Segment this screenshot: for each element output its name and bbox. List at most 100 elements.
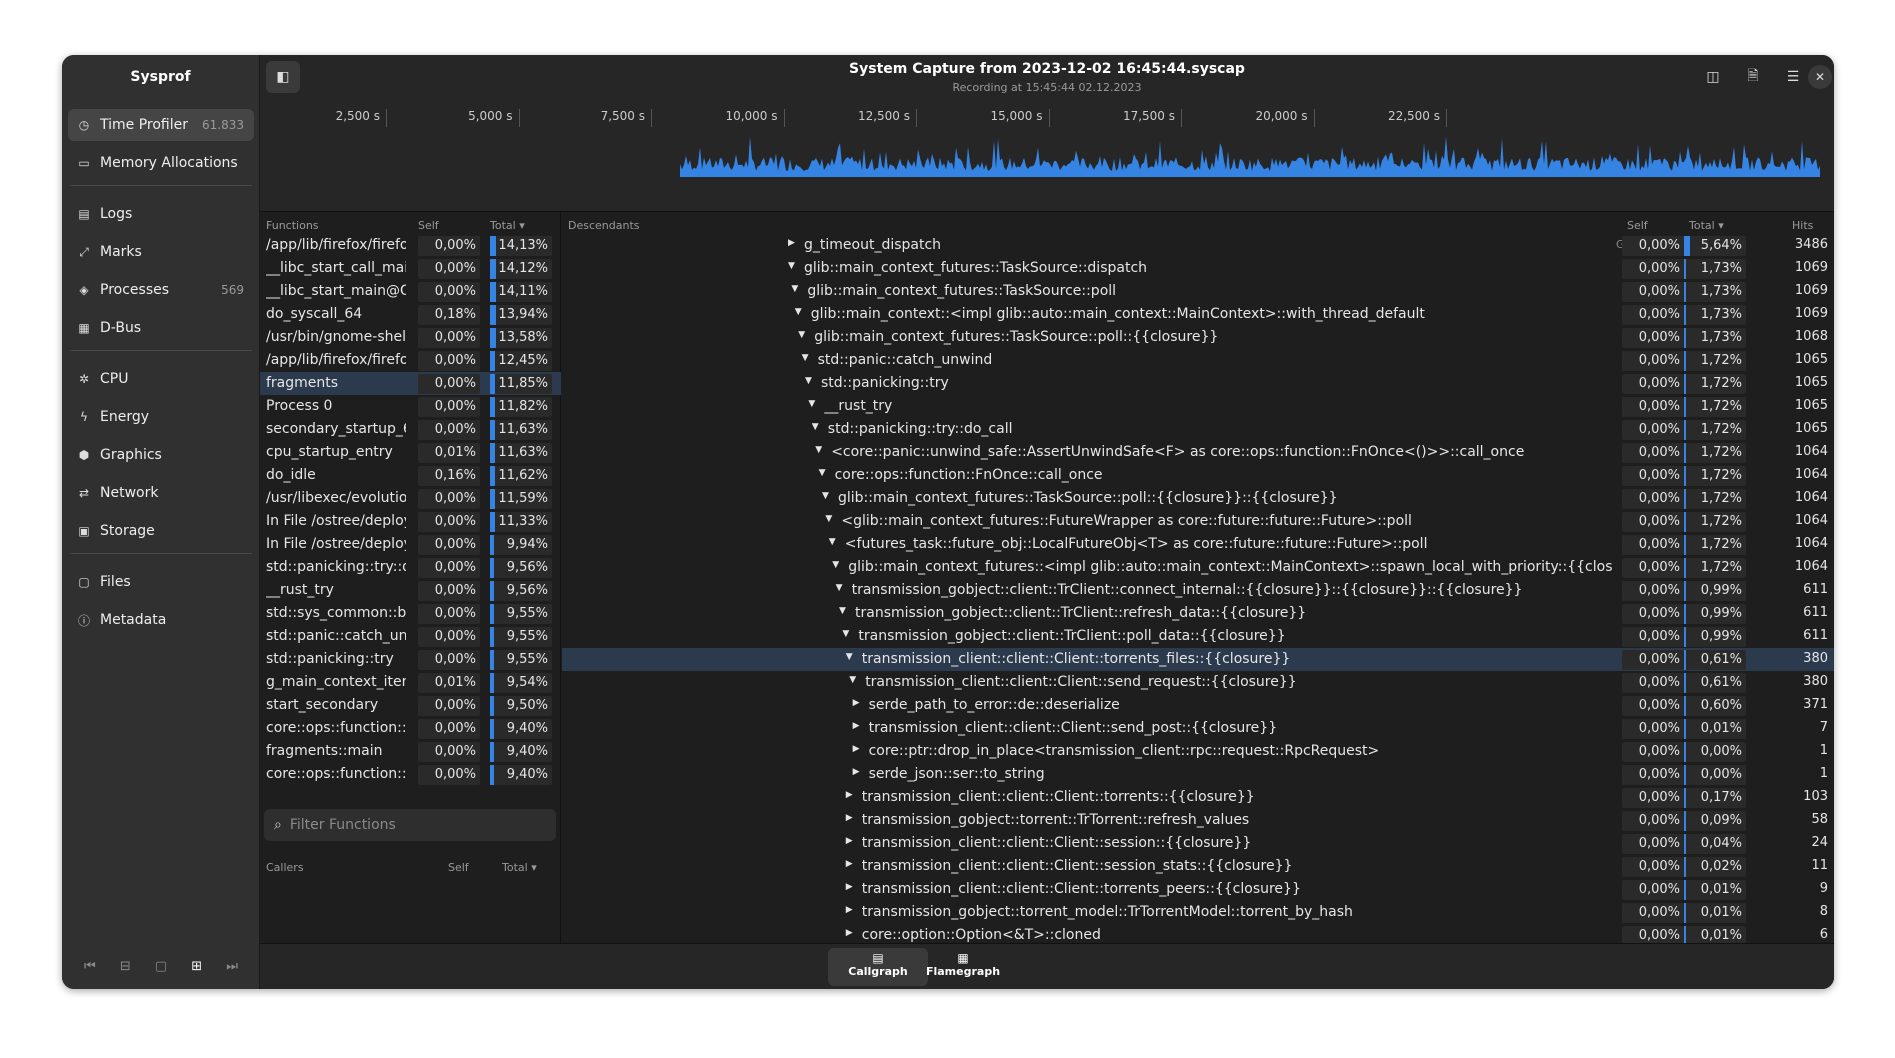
sidebar-item-processes[interactable]: ◈ Processes 569 — [68, 274, 254, 306]
expander-closed-icon[interactable]: ▶ — [846, 882, 853, 892]
descendant-row[interactable]: ▶ core::option::Option<&T>::cloned 0,00% 0,… — [562, 924, 1834, 943]
descendant-row[interactable]: ▶ transmission_client::client::Client::to… — [562, 786, 1834, 809]
functions-self-header[interactable]: Self — [418, 219, 439, 232]
expander-closed-icon[interactable]: ▶ — [846, 905, 853, 915]
descendant-row[interactable]: ▼ glib::main_context::<impl glib::auto::m… — [562, 303, 1834, 326]
sidebar-item-network[interactable]: ⇄ Network — [68, 477, 254, 509]
filter-functions-input[interactable]: ⌕ Filter Functions — [264, 809, 556, 841]
function-row[interactable]: std::panicking::try 0,00% 9,55% — [260, 648, 561, 671]
expander-open-icon[interactable]: ▼ — [819, 468, 826, 478]
function-row[interactable]: start_secondary 0,00% 9,50% — [260, 694, 561, 717]
function-row[interactable]: std::panicking::try::dc 0,00% 9,56% — [260, 556, 561, 579]
descendants-self-header[interactable]: Self — [1627, 219, 1648, 232]
expander-open-icon[interactable]: ▼ — [846, 652, 853, 662]
function-row[interactable]: /app/lib/firefox/firefo 0,00% 14,13% — [260, 234, 561, 257]
close-button[interactable]: ✕ — [1808, 65, 1832, 89]
function-row[interactable]: __libc_start_call_mai 0,00% 14,12% — [260, 257, 561, 280]
sidebar-item-energy[interactable]: ϟ Energy — [68, 401, 254, 433]
descendant-row[interactable]: ▶ core::ptr::drop_in_place<transmission_c… — [562, 740, 1834, 763]
function-row[interactable]: cpu_startup_entry 0,01% 11,63% — [260, 441, 561, 464]
functions-header[interactable]: Functions — [266, 219, 319, 232]
expander-open-icon[interactable]: ▼ — [825, 514, 832, 524]
descendant-row[interactable]: ▼ <futures_task::future_obj::LocalFutureO… — [562, 533, 1834, 556]
function-row[interactable]: do_idle 0,16% 11,62% — [260, 464, 561, 487]
function-row[interactable]: fragments::main 0,00% 9,40% — [260, 740, 561, 763]
descendant-row[interactable]: ▶ transmission_client::client::Client::se… — [562, 717, 1834, 740]
expander-open-icon[interactable]: ▼ — [815, 445, 822, 455]
expander-open-icon[interactable]: ▼ — [832, 560, 839, 570]
panel-toggle-button[interactable]: ◫ — [1696, 61, 1730, 93]
function-row[interactable]: do_syscall_64 0,18% 13,94% — [260, 303, 561, 326]
sidebar-item-graphics[interactable]: ⬢ Graphics — [68, 439, 254, 471]
descendant-row[interactable]: ▼ std::panicking::try::do_call 0,00% 1,72% 1… — [562, 418, 1834, 441]
descendant-row[interactable]: ▼ transmission_gobject::client::TrClient:… — [562, 625, 1834, 648]
expander-closed-icon[interactable]: ▶ — [853, 767, 860, 777]
descendant-row[interactable]: ▼ transmission_gobject::client::TrClient:… — [562, 602, 1834, 625]
expander-open-icon[interactable]: ▼ — [788, 261, 795, 271]
function-row[interactable]: __libc_start_main@G 0,00% 14,11% — [260, 280, 561, 303]
callers-total-header[interactable]: Total ▾ — [502, 861, 537, 874]
function-row[interactable]: /usr/libexec/evolutior 0,00% 11,59% — [260, 487, 561, 510]
sidebar-item-d-bus[interactable]: ▦ D-Bus — [68, 312, 254, 344]
descendant-row[interactable]: ▶ transmission_client::client::Client::se… — [562, 855, 1834, 878]
descendant-row[interactable]: ▶ serde_json::ser::to_string 0,00% 0,00% 1 — [562, 763, 1834, 786]
sidebar-item-cpu[interactable]: ✲ CPU — [68, 363, 254, 395]
function-row[interactable]: core::ops::function::F 0,00% 9,40% — [260, 717, 561, 740]
descendant-row[interactable]: ▼ glib::main_context_futures::<impl glib:… — [562, 556, 1834, 579]
expander-closed-icon[interactable]: ▶ — [853, 698, 860, 708]
descendant-row[interactable]: ▶ transmission_gobject::torrent_model::Tr… — [562, 901, 1834, 924]
sidebar-item-time-profiler[interactable]: ◷ Time Profiler 61.833 — [68, 109, 254, 141]
expander-open-icon[interactable]: ▼ — [839, 606, 846, 616]
expander-open-icon[interactable]: ▼ — [836, 583, 843, 593]
sidebar-item-storage[interactable]: ▣ Storage — [68, 515, 254, 547]
function-row[interactable]: secondary_startup_6 0,00% 11,63% — [260, 418, 561, 441]
sidebar-item-memory-allocations[interactable]: ▭ Memory Allocations — [68, 147, 254, 179]
expander-open-icon[interactable]: ▼ — [802, 353, 809, 363]
descendant-row[interactable]: ▼ glib::main_context_futures::TaskSource:… — [562, 326, 1834, 349]
function-row[interactable]: In File /ostree/deploy 0,00% 9,94% — [260, 533, 561, 556]
descendant-row[interactable]: ▼ <glib::main_context_futures::FutureWrap… — [562, 510, 1834, 533]
expander-open-icon[interactable]: ▼ — [842, 629, 849, 639]
expander-open-icon[interactable]: ▼ — [805, 376, 812, 386]
descendant-row[interactable]: ▼ glib::main_context_futures::TaskSource:… — [562, 280, 1834, 303]
descendant-row[interactable]: ▼ transmission_gobject::client::TrClient:… — [562, 579, 1834, 602]
expander-open-icon[interactable]: ▼ — [849, 675, 856, 685]
function-row[interactable]: /usr/bin/gnome-shell 0,00% 13,58% — [260, 326, 561, 349]
descendant-row[interactable]: ▼ glib::main_context_futures::TaskSource:… — [562, 487, 1834, 510]
sidebar-item-metadata[interactable]: ⓘ Metadata — [68, 604, 254, 636]
menu-button[interactable]: ☰ — [1776, 61, 1810, 93]
descendant-row[interactable]: ▼ core::ops::function::FnOnce::call_once 0… — [562, 464, 1834, 487]
expander-closed-icon[interactable]: ▶ — [846, 859, 853, 869]
expander-closed-icon[interactable]: ▶ — [788, 238, 795, 248]
expander-closed-icon[interactable]: ▶ — [846, 813, 853, 823]
function-row[interactable]: core::ops::function::ir 0,00% 9,40% — [260, 763, 561, 786]
descendant-row[interactable]: ▼ glib::main_context_futures::TaskSource:… — [562, 257, 1834, 280]
expander-closed-icon[interactable]: ▶ — [853, 721, 860, 731]
function-row[interactable]: std::sys_common::ba 0,00% 9,55% — [260, 602, 561, 625]
sidebar-item-marks[interactable]: ⤢ Marks — [68, 236, 254, 268]
expander-closed-icon[interactable]: ▶ — [853, 744, 860, 754]
function-row[interactable]: fragments 0,00% 11,85% — [260, 372, 561, 395]
sidebar-item-logs[interactable]: ▤ Logs — [68, 198, 254, 230]
expander-open-icon[interactable]: ▼ — [829, 537, 836, 547]
function-row[interactable]: /app/lib/firefox/firefo 0,00% 12,45% — [260, 349, 561, 372]
descendant-row[interactable]: ▼ transmission_client::client::Client::se… — [562, 671, 1834, 694]
skip-back-icon[interactable]: ⏮ — [84, 959, 96, 974]
callers-self-header[interactable]: Self — [448, 861, 469, 874]
zoom-reset-icon[interactable]: ▢ — [155, 959, 167, 974]
function-row[interactable]: In File /ostree/deploy 0,00% 11,33% — [260, 510, 561, 533]
zoom-in-icon[interactable]: ⊞ — [191, 959, 202, 974]
inspect-button[interactable]: 🗎 — [1736, 61, 1770, 93]
descendant-row[interactable]: ▼ __rust_try 0,00% 1,72% 1065 — [562, 395, 1834, 418]
descendants-total-header[interactable]: Total ▾ — [1689, 219, 1724, 232]
descendant-row[interactable]: ▶g_timeout_dispatchGLib ■0,00%5,64%3486 — [562, 234, 1834, 257]
expander-open-icon[interactable]: ▼ — [822, 491, 829, 501]
callers-header[interactable]: Callers — [266, 861, 304, 874]
descendant-row[interactable]: ▶ serde_path_to_error::de::deserialize 0,0… — [562, 694, 1834, 717]
expander-open-icon[interactable]: ▼ — [812, 422, 819, 432]
descendant-row[interactable]: ▼ <core::panic::unwind_safe::AssertUnwind… — [562, 441, 1834, 464]
expander-closed-icon[interactable]: ▶ — [846, 836, 853, 846]
expander-closed-icon[interactable]: ▶ — [846, 928, 853, 938]
descendants-hits-header[interactable]: Hits — [1792, 219, 1813, 232]
expander-open-icon[interactable]: ▼ — [791, 284, 798, 294]
